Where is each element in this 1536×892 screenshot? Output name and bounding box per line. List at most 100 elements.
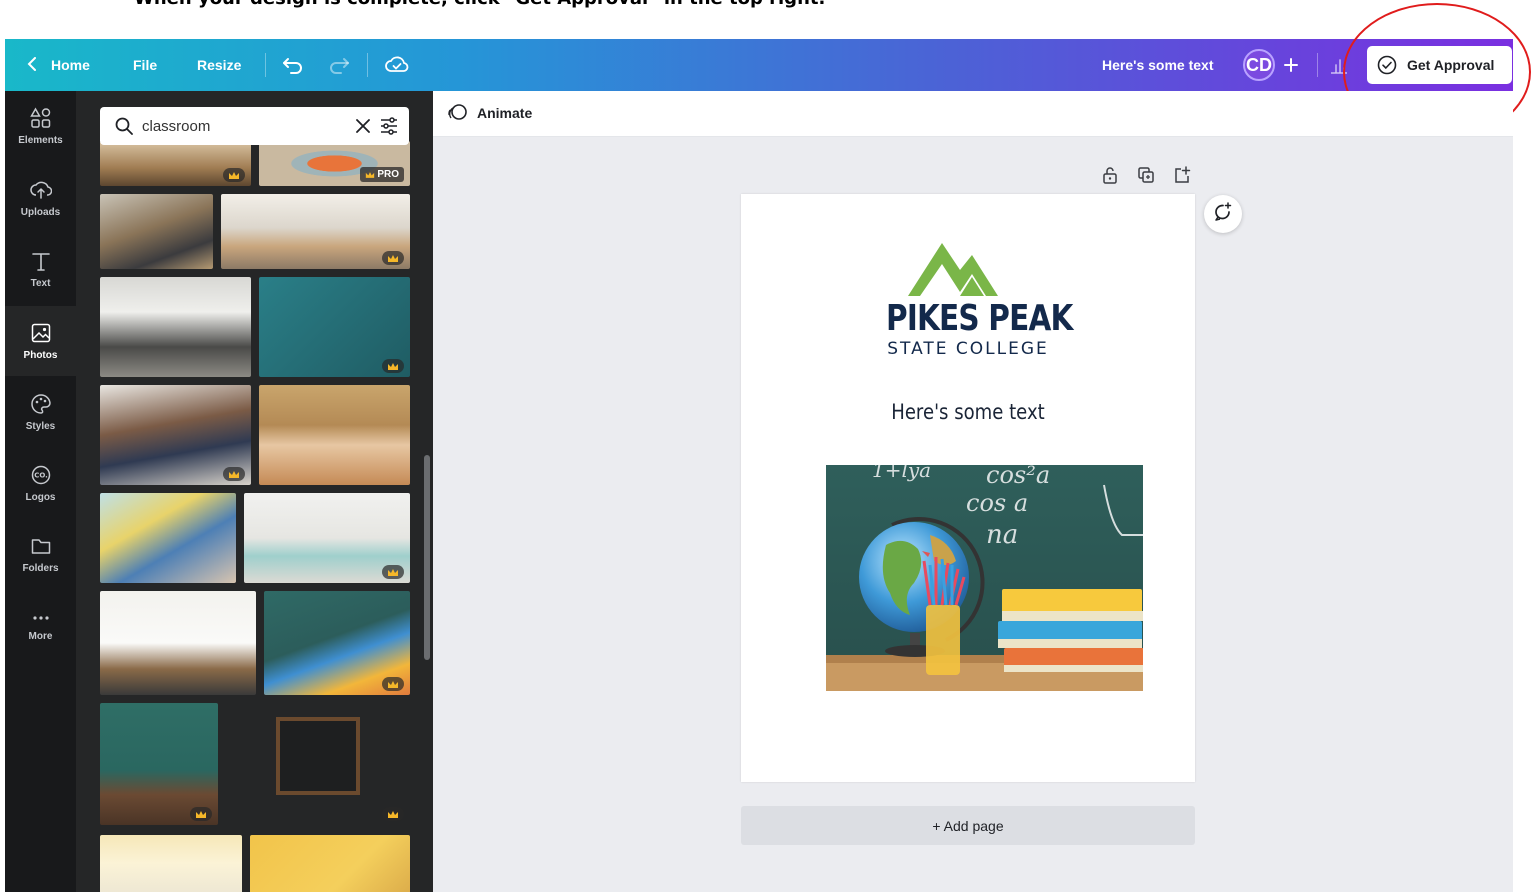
home-label: Home (51, 57, 90, 73)
svg-text:cos²a: cos²a (986, 465, 1050, 489)
more-icon (30, 611, 52, 631)
add-page-button[interactable]: + Add page (741, 806, 1195, 845)
photo-thumbnail[interactable] (100, 277, 251, 377)
rail-item-text[interactable]: Text (5, 234, 76, 304)
duplicate-page-button[interactable] (1136, 165, 1156, 185)
svg-text:1+lya: 1+lya (872, 465, 931, 482)
logos-icon: CO. (30, 464, 52, 492)
rail-item-styles[interactable]: Styles (5, 377, 76, 447)
topbar-divider (265, 53, 266, 77)
globe-classroom-image[interactable]: cos²a cos a na 1+lya (826, 465, 1143, 691)
page-heading-text[interactable]: Here's some text (846, 400, 1090, 424)
cloud-check-icon (385, 55, 409, 75)
chalkboard-shape (276, 717, 360, 795)
add-page-icon (1172, 166, 1192, 189)
photo-thumbnail[interactable] (100, 493, 236, 583)
photo-thumbnail[interactable] (264, 591, 410, 695)
app-root: When your design is complete, click "Get… (0, 0, 1536, 892)
check-circle-icon (1377, 55, 1397, 75)
rail-label: Photos (23, 349, 58, 361)
svg-text:cos a: cos a (966, 489, 1028, 517)
redo-button[interactable] (328, 39, 350, 91)
get-approval-label: Get Approval (1407, 57, 1495, 73)
rail-item-uploads[interactable]: Uploads (5, 163, 76, 233)
cloud-save-button[interactable] (385, 39, 409, 91)
pro-badge: PRO (360, 167, 404, 182)
photo-thumbnail[interactable] (100, 194, 213, 269)
add-page-tool-button[interactable] (1172, 165, 1192, 185)
file-menu-button[interactable]: File (133, 39, 157, 91)
topbar-divider (367, 53, 368, 77)
photo-thumbnail[interactable] (100, 835, 242, 892)
photo-thumbnail[interactable]: PRO (259, 141, 410, 186)
animate-icon (447, 103, 469, 123)
rail-item-more[interactable]: More (5, 591, 76, 661)
comment-refresh-button[interactable] (1204, 195, 1242, 233)
rail-item-logos[interactable]: CO. Logos (5, 448, 76, 518)
rail-item-elements[interactable]: Elements (5, 91, 76, 161)
photo-thumbnail[interactable] (259, 385, 410, 485)
photo-thumbnail[interactable] (250, 835, 410, 892)
uploads-icon (29, 179, 52, 207)
left-rail: Elements Uploads Text Photos Styles CO. … (5, 91, 76, 892)
add-collaborator-button[interactable] (1283, 39, 1299, 91)
photo-thumbnail[interactable] (100, 703, 218, 825)
elements-icon (29, 106, 52, 135)
resize-label: Resize (197, 57, 242, 73)
crown-icon (382, 677, 404, 691)
svg-text:na: na (986, 520, 1018, 550)
undo-button[interactable] (282, 39, 304, 91)
mountain-logo-icon (908, 243, 998, 296)
styles-icon (30, 393, 52, 421)
filter-icon[interactable] (379, 117, 399, 135)
refresh-comment-icon (1212, 201, 1234, 228)
photo-thumbnail[interactable] (100, 141, 251, 186)
duplicate-icon (1136, 167, 1156, 189)
crown-icon (382, 565, 404, 579)
rail-label: Elements (18, 134, 63, 146)
crown-icon (223, 467, 245, 481)
photo-thumbnail[interactable] (221, 194, 410, 269)
rail-label: Folders (22, 562, 59, 574)
rail-label: Uploads (20, 206, 61, 218)
file-label: File (133, 57, 158, 73)
svg-text:CO.: CO. (34, 471, 48, 479)
lock-page-button[interactable] (1100, 165, 1120, 185)
photo-thumbnail[interactable] (259, 277, 410, 377)
redo-icon (328, 56, 350, 74)
design-title[interactable]: Here's some text (1102, 39, 1214, 91)
canvas-scrollbar-track[interactable] (1505, 137, 1513, 892)
bar-chart-icon (1329, 56, 1349, 74)
crown-icon (382, 807, 404, 821)
rail-label: Styles (25, 420, 56, 432)
photo-thumbnail[interactable] (226, 703, 410, 825)
photo-thumbnail[interactable] (244, 493, 410, 583)
animate-button[interactable]: Animate (447, 103, 532, 123)
logo-name-text: PIKES PEAK (886, 298, 1073, 339)
editor-toolbar: Animate (433, 91, 1513, 137)
photo-thumbnail[interactable] (100, 591, 256, 695)
insights-button[interactable] (1329, 39, 1349, 91)
topbar-divider (1317, 53, 1318, 77)
clear-search-icon[interactable] (355, 118, 371, 134)
plus-icon (1283, 57, 1299, 73)
avatar[interactable]: CD (1243, 49, 1275, 81)
crown-icon (223, 168, 245, 182)
photos-icon (30, 322, 52, 350)
resize-button[interactable]: Resize (197, 39, 241, 91)
crown-icon (190, 807, 212, 821)
home-button[interactable]: Home (27, 39, 90, 91)
rail-item-photos[interactable]: Photos (5, 306, 76, 376)
crown-icon (382, 251, 404, 265)
rail-item-folders[interactable]: Folders (5, 519, 76, 589)
unlock-icon (1100, 167, 1120, 189)
get-approval-button[interactable]: Get Approval (1367, 46, 1512, 84)
photo-search-box (100, 107, 409, 145)
rail-label: More (28, 630, 53, 642)
design-title-label: Here's some text (1102, 57, 1214, 73)
search-input[interactable] (142, 117, 342, 135)
photo-thumbnail[interactable] (100, 385, 251, 485)
folders-icon (30, 535, 52, 563)
photos-panel: PRO (76, 91, 433, 892)
undo-icon (282, 56, 304, 74)
